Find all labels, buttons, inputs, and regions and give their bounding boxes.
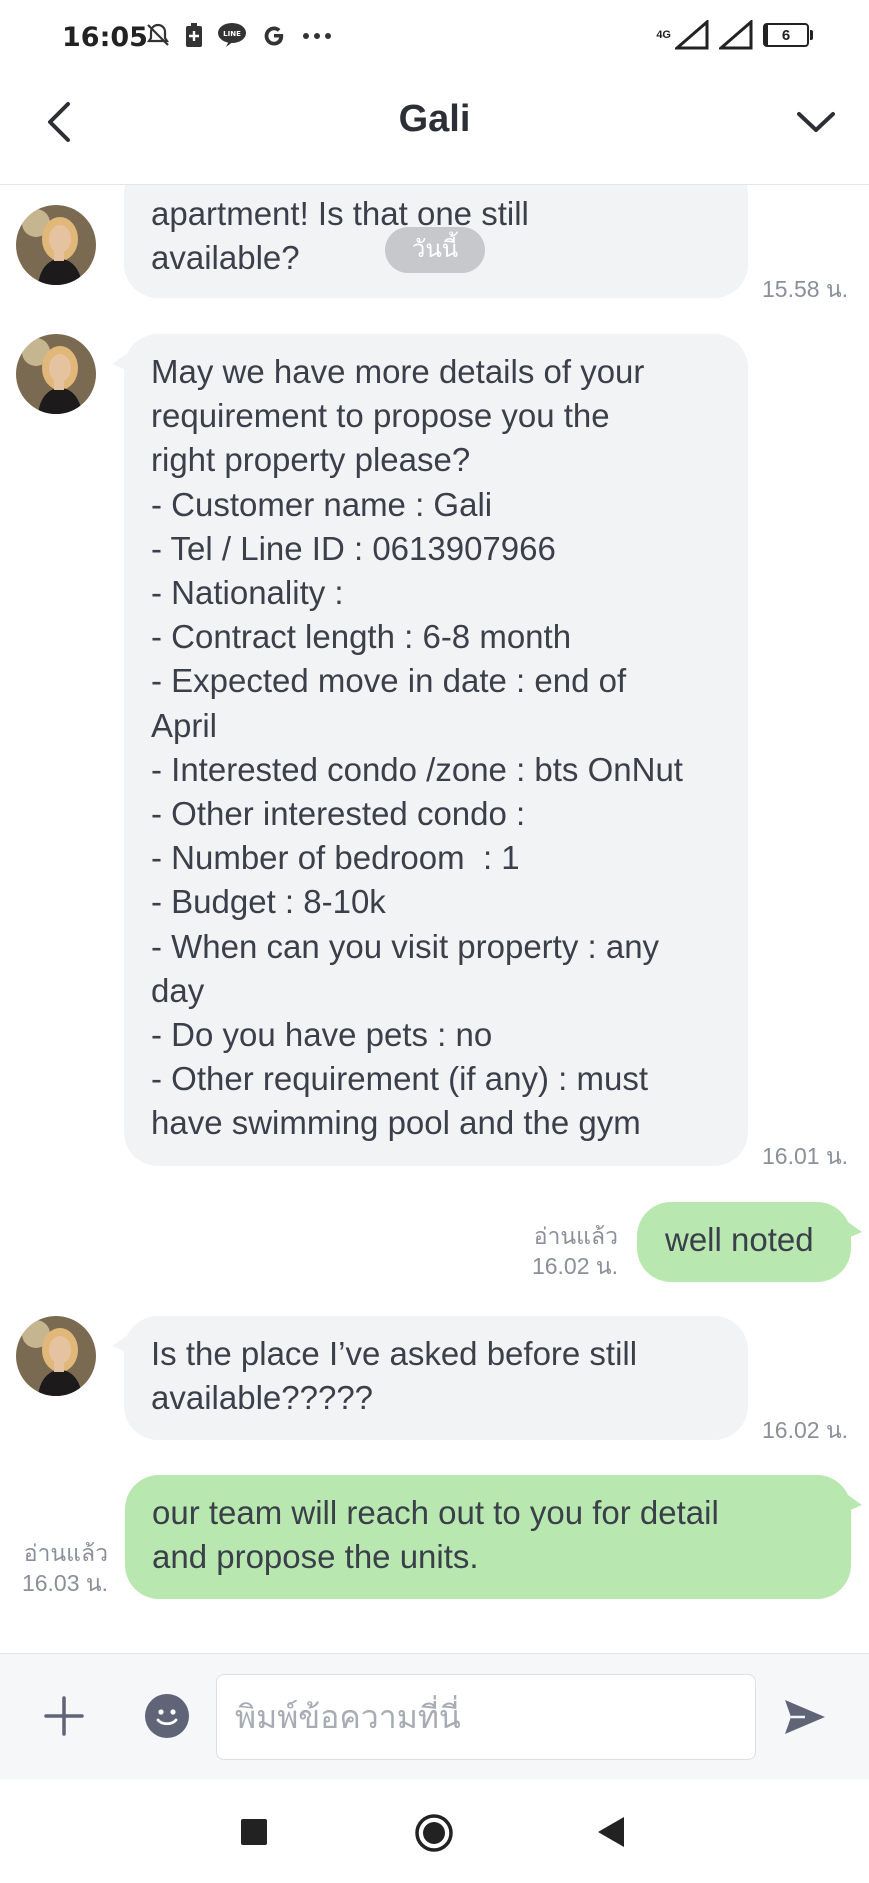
battery-saver-icon bbox=[186, 23, 202, 47]
svg-text:LINE: LINE bbox=[223, 30, 241, 38]
plus-icon[interactable] bbox=[44, 1696, 84, 1736]
read-status: อ่านแล้ว 16.02 น. bbox=[500, 1221, 618, 1281]
chevron-down-icon[interactable] bbox=[793, 102, 839, 142]
contact-photo bbox=[16, 1316, 96, 1396]
message-bubble-sent[interactable]: well noted bbox=[637, 1202, 851, 1282]
message-text: our team will reach out to you for detai… bbox=[152, 1494, 719, 1576]
system-nav-bar bbox=[0, 1779, 869, 1883]
message-time: 16.02 น. bbox=[762, 1417, 849, 1443]
nav-back-button[interactable] bbox=[596, 1815, 626, 1849]
read-status: อ่านแล้ว 16.03 น. bbox=[10, 1538, 108, 1598]
more-dots-icon bbox=[303, 33, 331, 39]
message-list[interactable]: apartment! Is that one still available? … bbox=[0, 185, 869, 1653]
google-icon bbox=[264, 26, 284, 46]
message-bubble-received[interactable]: May we have more details of your require… bbox=[124, 334, 748, 1166]
message-text: May we have more details of your require… bbox=[151, 353, 683, 1142]
home-button[interactable] bbox=[414, 1813, 454, 1853]
battery-level: 6 bbox=[781, 26, 791, 44]
network-type: 4G bbox=[656, 29, 671, 41]
bubble-tail bbox=[848, 1222, 862, 1238]
message-text: well noted bbox=[665, 1221, 814, 1258]
message-time: 16.02 น. bbox=[531, 1253, 618, 1279]
signal-icon bbox=[675, 20, 709, 50]
avatar[interactable] bbox=[16, 1316, 96, 1396]
recents-button[interactable] bbox=[241, 1819, 267, 1845]
message-input[interactable] bbox=[216, 1674, 756, 1760]
battery-icon: 6 bbox=[763, 23, 813, 47]
read-label: อ่านแล้ว bbox=[23, 1540, 108, 1566]
chat-header: Gali bbox=[0, 80, 869, 185]
avatar[interactable] bbox=[16, 334, 96, 414]
status-bar: 16:05 LINE 4G 6 bbox=[0, 0, 869, 80]
read-label: อ่านแล้ว bbox=[533, 1223, 618, 1249]
message-bubble-sent[interactable]: our team will reach out to you for detai… bbox=[125, 1475, 851, 1599]
status-icons-left: LINE bbox=[145, 22, 333, 48]
line-app-icon: LINE bbox=[218, 23, 246, 47]
emoji-icon[interactable] bbox=[145, 1694, 189, 1738]
message-text: Is the place I’ve asked before still ava… bbox=[151, 1335, 638, 1417]
smiley-face bbox=[156, 1709, 178, 1726]
message-time: 16.01 น. bbox=[762, 1143, 849, 1169]
status-time: 16:05 bbox=[62, 22, 148, 53]
bubble-tail bbox=[848, 1495, 862, 1511]
signal-icon bbox=[719, 20, 753, 50]
message-bubble-received[interactable]: Is the place I’ve asked before still ava… bbox=[124, 1316, 748, 1440]
message-input-bar bbox=[0, 1653, 869, 1780]
mute-icon bbox=[146, 23, 170, 46]
contact-photo bbox=[16, 205, 96, 285]
status-icons-right: 4G 6 bbox=[656, 20, 813, 50]
message-time: 16.03 น. bbox=[21, 1570, 108, 1596]
send-icon[interactable] bbox=[782, 1694, 828, 1740]
contact-photo bbox=[16, 334, 96, 414]
avatar[interactable] bbox=[16, 205, 96, 285]
message-time: 15.58 น. bbox=[762, 276, 849, 302]
chat-title[interactable]: Gali bbox=[0, 98, 869, 141]
date-separator: วันนี้ bbox=[385, 227, 485, 273]
